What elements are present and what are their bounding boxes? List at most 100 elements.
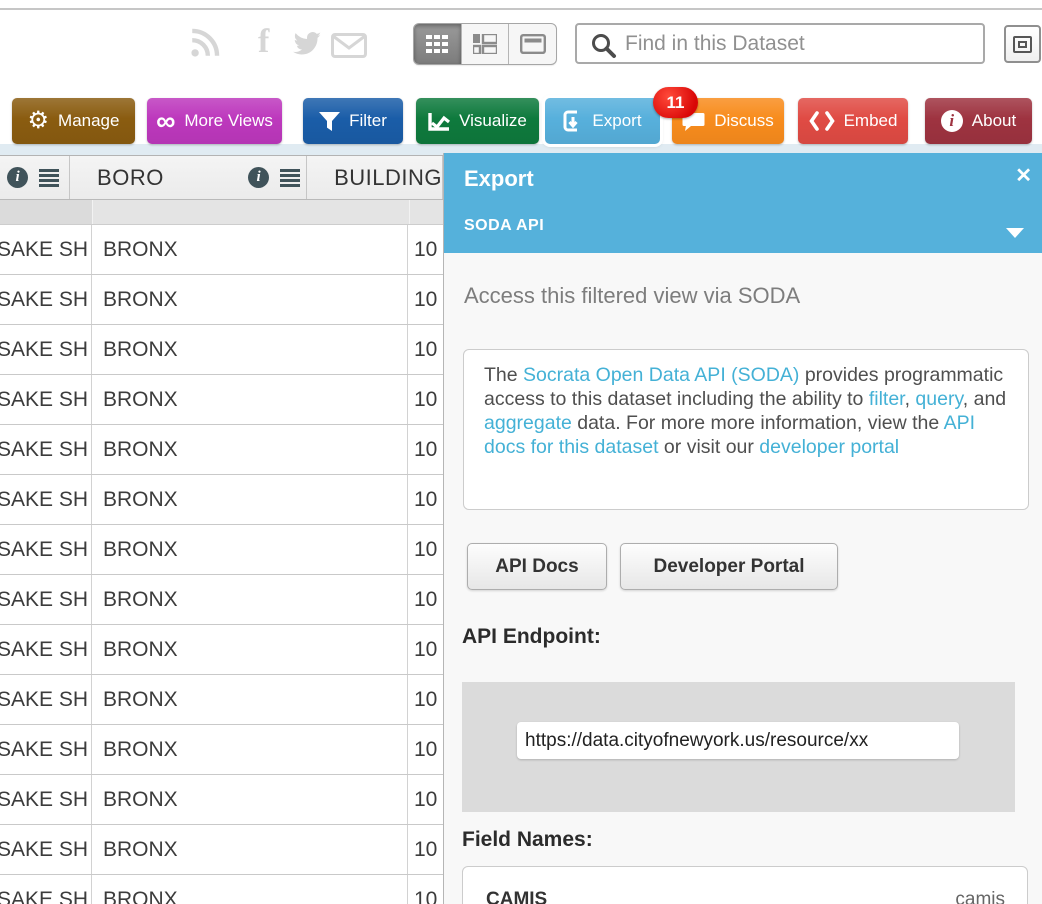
email-icon[interactable] [331, 33, 367, 63]
cell-dba[interactable]: SAKE SH [0, 625, 92, 674]
column-header-dba[interactable]: i [0, 156, 70, 199]
cell-boro[interactable]: BRONX [93, 325, 408, 374]
close-icon[interactable]: ✕ [1015, 163, 1032, 188]
cell-building[interactable]: 10 [409, 425, 443, 474]
export-panel: Export ✕ SODA API Access this filtered v… [443, 153, 1042, 904]
cell-building[interactable]: 10 [409, 575, 443, 624]
more-views-button[interactable]: ∞ More Views [147, 98, 282, 144]
building-header-label: BUILDING [334, 165, 442, 191]
rss-icon[interactable] [188, 26, 222, 65]
rich-list-view-toggle[interactable] [462, 24, 510, 64]
cell-building[interactable]: 10 [409, 475, 443, 524]
table-row[interactable]: SAKE SH BRONX 10 [0, 875, 443, 904]
fullscreen-button[interactable] [1004, 25, 1041, 63]
about-button[interactable]: i About [925, 98, 1032, 144]
cell-dba[interactable]: SAKE SH [0, 575, 92, 624]
table-row[interactable]: SAKE SH BRONX 10 [0, 475, 443, 525]
cell-dba[interactable]: SAKE SH [0, 275, 92, 324]
column-menu-icon[interactable] [39, 169, 59, 187]
cell-dba[interactable]: SAKE SH [0, 675, 92, 724]
export-button[interactable]: Export [545, 98, 660, 144]
table-row[interactable]: SAKE SH BRONX 10 [0, 725, 443, 775]
gear-icon: ⚙ [28, 110, 50, 132]
cell-boro[interactable]: BRONX [93, 225, 408, 274]
cell-boro[interactable]: BRONX [93, 725, 408, 774]
cell-building[interactable]: 10 [409, 525, 443, 574]
cell-dba[interactable]: SAKE SH [0, 375, 92, 424]
column-info-icon[interactable]: i [7, 167, 28, 188]
column-menu-icon[interactable] [280, 169, 300, 187]
column-header-boro[interactable]: BORO i [70, 156, 307, 199]
cell-building[interactable]: 10 [409, 325, 443, 374]
cell-dba[interactable]: SAKE SH [0, 875, 92, 904]
cell-boro[interactable]: BRONX [93, 625, 408, 674]
table-row[interactable]: SAKE SH BRONX 10 [0, 525, 443, 575]
cell-building[interactable]: 10 [409, 775, 443, 824]
embed-button[interactable]: Embed [798, 98, 908, 144]
cell-building[interactable]: 10 [409, 625, 443, 674]
about-label: About [972, 111, 1016, 131]
cell-dba[interactable]: SAKE SH [0, 225, 92, 274]
column-header-building[interactable]: BUILDING [307, 156, 443, 199]
api-endpoint-input[interactable] [517, 722, 959, 759]
cell-boro[interactable]: BRONX [93, 525, 408, 574]
cell-building[interactable]: 10 [409, 825, 443, 874]
filter-button[interactable]: Filter [303, 98, 403, 144]
table-row[interactable]: SAKE SH BRONX 10 [0, 275, 443, 325]
cell-building[interactable]: 10 [409, 225, 443, 274]
table-row[interactable]: SAKE SH BRONX 10 [0, 775, 443, 825]
cell-boro[interactable]: BRONX [93, 875, 408, 904]
grid-body: SAKE SH BRONX 10 SAKE SH BRONX 10 SAKE S… [0, 225, 443, 904]
table-row[interactable]: SAKE SH BRONX 10 [0, 425, 443, 475]
cell-building[interactable]: 10 [409, 375, 443, 424]
table-row[interactable]: SAKE SH BRONX 10 [0, 225, 443, 275]
table-row[interactable]: SAKE SH BRONX 10 [0, 325, 443, 375]
boro-header-label: BORO [97, 165, 164, 191]
cell-dba[interactable]: SAKE SH [0, 525, 92, 574]
soda-text: , and [963, 388, 1006, 410]
table-row[interactable]: SAKE SH BRONX 10 [0, 575, 443, 625]
table-row[interactable]: SAKE SH BRONX 10 [0, 375, 443, 425]
soda-link[interactable]: Socrata Open Data API (SODA) [523, 364, 799, 386]
cell-dba[interactable]: SAKE SH [0, 775, 92, 824]
table-row[interactable]: SAKE SH BRONX 10 [0, 825, 443, 875]
cell-boro[interactable]: BRONX [93, 675, 408, 724]
cell-building[interactable]: 10 [409, 725, 443, 774]
cell-boro[interactable]: BRONX [93, 775, 408, 824]
table-row[interactable]: SAKE SH BRONX 10 [0, 625, 443, 675]
soda-link[interactable]: aggregate [484, 412, 572, 434]
cell-building[interactable]: 10 [409, 275, 443, 324]
cell-boro[interactable]: BRONX [93, 575, 408, 624]
cell-boro[interactable]: BRONX [93, 275, 408, 324]
manage-button[interactable]: ⚙ Manage [12, 98, 135, 144]
page-view-toggle[interactable] [509, 24, 556, 64]
developer-portal-button[interactable]: Developer Portal [620, 543, 838, 590]
table-row[interactable]: SAKE SH BRONX 10 [0, 675, 443, 725]
facebook-icon[interactable]: f [258, 27, 269, 57]
chevron-down-icon[interactable] [1006, 228, 1024, 238]
cell-boro[interactable]: BRONX [93, 425, 408, 474]
soda-link[interactable]: query [915, 388, 962, 410]
cell-dba[interactable]: SAKE SH [0, 475, 92, 524]
soda-subtitle: Access this filtered view via SODA [464, 283, 800, 309]
soda-link[interactable]: filter [869, 388, 905, 410]
cell-dba[interactable]: SAKE SH [0, 725, 92, 774]
cell-building[interactable]: 10 [409, 875, 443, 904]
infinity-icon: ∞ [156, 111, 175, 131]
soda-text: , [905, 388, 916, 410]
cell-boro[interactable]: BRONX [93, 375, 408, 424]
cell-dba[interactable]: SAKE SH [0, 825, 92, 874]
cell-boro[interactable]: BRONX [93, 475, 408, 524]
cell-dba[interactable]: SAKE SH [0, 425, 92, 474]
soda-api-section-header[interactable]: SODA API [464, 217, 544, 235]
visualize-button[interactable]: Visualize [416, 98, 539, 144]
table-view-toggle[interactable] [414, 24, 462, 64]
search-input[interactable] [625, 25, 980, 62]
soda-link[interactable]: developer portal [759, 436, 899, 458]
twitter-icon[interactable] [292, 31, 322, 61]
cell-building[interactable]: 10 [409, 675, 443, 724]
api-docs-button[interactable]: API Docs [467, 543, 607, 590]
cell-boro[interactable]: BRONX [93, 825, 408, 874]
column-info-icon[interactable]: i [248, 167, 269, 188]
cell-dba[interactable]: SAKE SH [0, 325, 92, 374]
